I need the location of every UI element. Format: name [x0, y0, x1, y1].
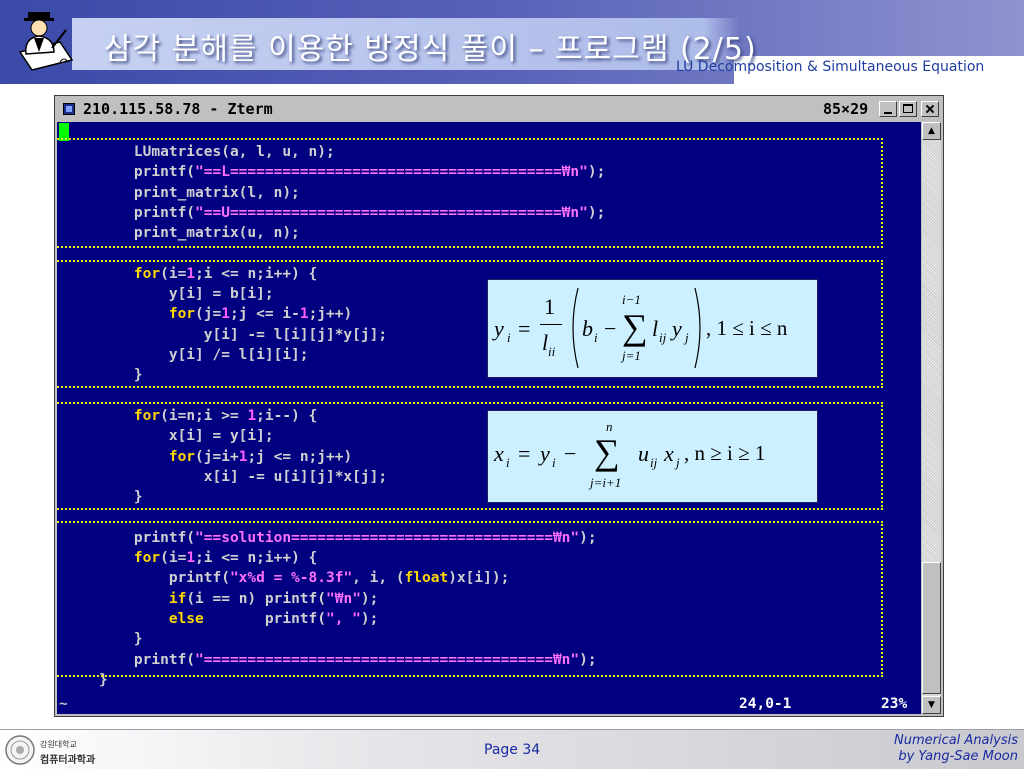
course-author: by Yang-Sae Moon: [898, 749, 1018, 764]
eq-right-paren: [694, 287, 701, 369]
scroll-up-arrow-icon[interactable]: ▲: [922, 122, 941, 140]
eq-frac-bar: [540, 324, 562, 325]
vim-empty-line: ~: [59, 696, 68, 712]
vertical-scrollbar[interactable]: ▲ ▼: [922, 122, 941, 714]
eq2-sigma: ∑: [594, 432, 620, 472]
eq-y-term-sub: j: [685, 330, 689, 345]
eq-y-term: y: [672, 316, 682, 341]
backward-substitution-equation: x i = y i − n ∑ j=i+1 u ij x j , n ≥ i ≥…: [487, 410, 818, 503]
code-group-print-solution: [57, 521, 883, 677]
department-name: 컴퓨터과학과: [40, 755, 96, 766]
eq-range: , 1 ≤ i ≤ n: [706, 316, 788, 340]
eq2-y: y: [540, 441, 550, 466]
eq-sum-lower: j=1: [622, 348, 641, 363]
scrollbar-thumb[interactable]: [922, 562, 941, 694]
slide-title: 삼각 분해를 이용한 방정식 풀이 – 프로그램 (2/5): [104, 32, 757, 67]
eq2-u-term-sub: ij: [650, 455, 658, 470]
terminal-app-icon[interactable]: [63, 103, 75, 115]
eq-l-term-sub: ij: [659, 330, 667, 345]
page-number: Page 34: [484, 742, 541, 758]
eq-sub-i: i: [507, 330, 511, 345]
eq2-minus: −: [564, 441, 577, 466]
course-info: Numerical Analysis by Yang-Sae Moon: [894, 733, 1018, 765]
slide-subtitle: LU Decomposition & Simultaneous Equation: [676, 59, 985, 75]
eq-b-sub: i: [594, 330, 598, 345]
course-name: Numerical Analysis: [893, 733, 1018, 748]
maximize-button[interactable]: [899, 101, 917, 117]
university-logo: 강원대학교 컴퓨터과학과: [4, 733, 100, 767]
eq-l-term: l: [652, 316, 659, 341]
eq2-y-sub: i: [552, 455, 556, 470]
eq-minus: −: [604, 316, 617, 341]
eq2-sum-lower: j=i+1: [590, 475, 622, 490]
close-button[interactable]: [921, 101, 939, 117]
code-group-lu-print: [57, 138, 883, 248]
eq2-lhs-x: x: [494, 441, 504, 466]
minimize-button[interactable]: [879, 101, 897, 117]
scroll-down-arrow-icon[interactable]: ▼: [922, 696, 941, 714]
eq2-u-term: u: [638, 441, 649, 466]
zterm-window: 210.115.58.78 - Zterm 85×29 LUmatrices(a…: [54, 95, 944, 717]
eq-frac-numerator: 1: [544, 294, 555, 319]
eq-lhs-y: y: [494, 316, 504, 341]
eq2-sub-i: i: [506, 455, 510, 470]
eq2-x-term: x: [664, 441, 674, 466]
window-title: 210.115.58.78 - Zterm: [83, 100, 273, 118]
terminal-size: 85×29: [823, 100, 869, 118]
eq-sigma: ∑: [622, 307, 648, 347]
eq-equals: =: [518, 316, 531, 341]
eq2-equals: =: [518, 441, 531, 466]
cursor-position: 24,0-1: [739, 696, 792, 712]
university-name: 강원대학교: [40, 740, 77, 749]
university-seal-icon: [5, 735, 35, 765]
eq-frac-denominator-sub: ii: [548, 344, 556, 359]
eq-b: b: [582, 316, 593, 341]
eq-left-paren: [572, 287, 579, 369]
slide-footer: 강원대학교 컴퓨터과학과 Page 34 Numerical Analysis …: [0, 729, 1024, 769]
eq2-range: , n ≥ i ≥ 1: [684, 441, 766, 465]
slide-header: 삼각 분해를 이용한 방정식 풀이 – 프로그램 (2/5) LU Decomp…: [0, 0, 1024, 84]
eq2-x-term-sub: j: [676, 455, 680, 470]
window-titlebar[interactable]: 210.115.58.78 - Zterm 85×29: [57, 98, 941, 120]
forward-substitution-equation: y i = 1 l ii b i − i−1 ∑ j=1 l ij y j , …: [487, 279, 818, 378]
professor-writing-icon: [18, 12, 74, 71]
scroll-percent: 23%: [881, 696, 908, 712]
